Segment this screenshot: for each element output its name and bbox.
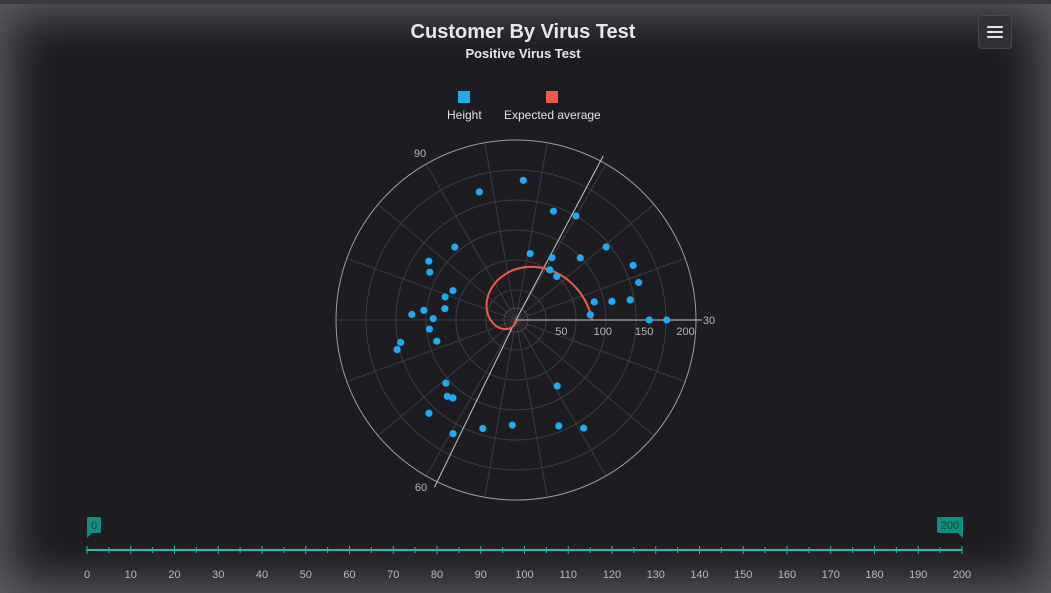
slider-tick-label: 100 bbox=[515, 569, 533, 581]
slider-handle-max[interactable]: 200 bbox=[937, 517, 963, 538]
slider-handle-min-label: 0 bbox=[91, 520, 97, 532]
slider-tick-label: 170 bbox=[822, 569, 840, 581]
slider-handle-min-pointer bbox=[87, 533, 92, 538]
slider-tick-label: 180 bbox=[865, 569, 883, 581]
slider-tick-label: 190 bbox=[909, 569, 927, 581]
slider-tick-label: 110 bbox=[559, 569, 577, 581]
slider-handle-max-label: 200 bbox=[941, 520, 959, 532]
slider-tick-label: 40 bbox=[256, 569, 268, 581]
slider-tick-label: 200 bbox=[953, 569, 971, 581]
slider-handle-max-pointer bbox=[958, 533, 963, 538]
slider-tick-label: 150 bbox=[734, 569, 752, 581]
range-slider[interactable]: 0 10 20 30 40 50 60 70 80 90 100 110 120 130 140 150 160… bbox=[0, 0, 1051, 593]
slider-tick-label: 50 bbox=[300, 569, 312, 581]
slider-tick-label: 30 bbox=[212, 569, 224, 581]
slider-tick-label: 140 bbox=[690, 569, 708, 581]
slider-tick-label: 120 bbox=[603, 569, 621, 581]
slider-tick-label: 60 bbox=[343, 569, 355, 581]
slider-tick-label: 130 bbox=[647, 569, 665, 581]
slider-tick-label: 20 bbox=[168, 569, 180, 581]
slider-tick-label: 80 bbox=[431, 569, 443, 581]
slider-tick-label: 0 bbox=[84, 569, 90, 581]
slider-handle-min[interactable]: 0 bbox=[87, 517, 101, 538]
slider-tick-label: 160 bbox=[778, 569, 796, 581]
slider-tick-label: 70 bbox=[387, 569, 399, 581]
slider-tick-label: 90 bbox=[475, 569, 487, 581]
slider-tick-label: 10 bbox=[125, 569, 137, 581]
